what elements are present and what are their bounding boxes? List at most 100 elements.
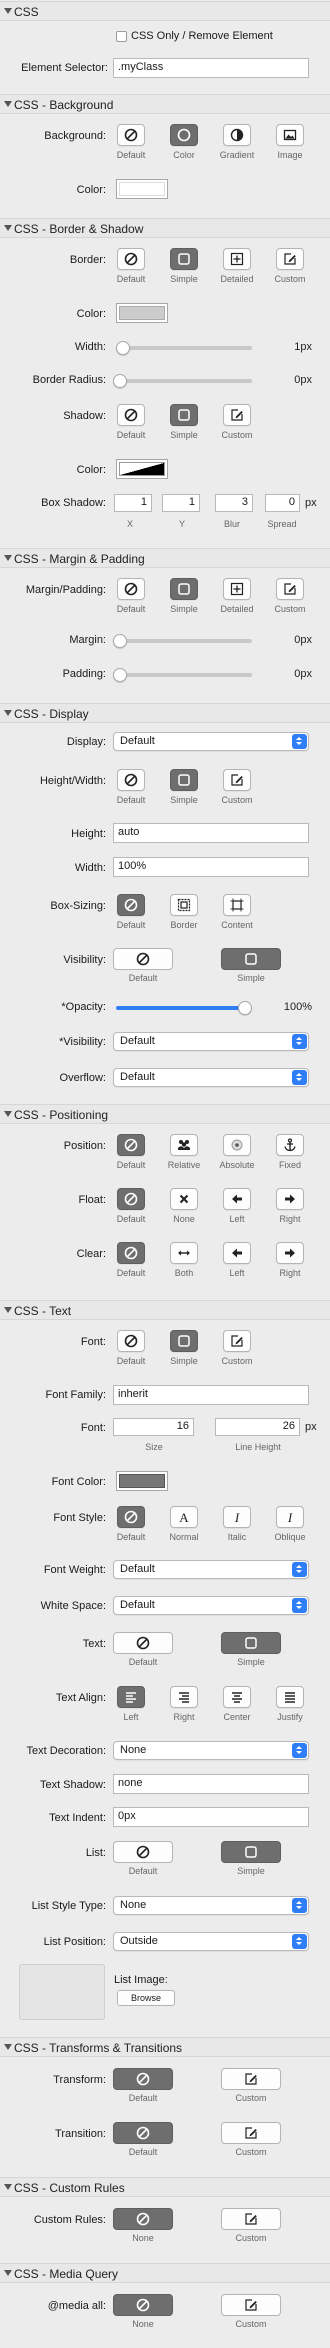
margin-detailed-button[interactable] (223, 578, 251, 600)
transform-custom-button[interactable] (221, 2068, 281, 2090)
margin-simple-button[interactable] (170, 578, 198, 600)
clear-left-button[interactable] (223, 1242, 251, 1264)
font-color-well[interactable] (116, 1471, 168, 1491)
border-default-button[interactable] (117, 248, 145, 270)
font-custom-button[interactable] (223, 1330, 251, 1352)
slider-knob[interactable] (113, 668, 127, 682)
border-width-slider[interactable] (116, 346, 252, 350)
list-position-select[interactable]: Outside (113, 1932, 309, 1951)
slider-knob[interactable] (116, 341, 130, 355)
box-shadow-spread-input[interactable]: 0 (265, 494, 300, 512)
float-left-button[interactable] (223, 1188, 251, 1210)
font-family-input[interactable]: inherit (113, 1385, 309, 1405)
background-color-button[interactable] (170, 124, 198, 146)
align-right-button[interactable] (170, 1686, 198, 1708)
margin-slider[interactable] (116, 639, 252, 643)
box-shadow-x-input[interactable]: 1 (114, 494, 152, 512)
shadow-simple-button[interactable] (170, 404, 198, 426)
text-simple-button[interactable] (221, 1632, 281, 1654)
section-display-header[interactable]: CSS - Display (0, 703, 330, 723)
section-text-header[interactable]: CSS - Text (0, 1300, 330, 1320)
media-none-button[interactable] (113, 2294, 173, 2316)
hw-custom-button[interactable] (223, 769, 251, 791)
section-media-query-header[interactable]: CSS - Media Query (0, 2263, 330, 2283)
list-style-type-select[interactable]: None (113, 1896, 309, 1915)
align-justify-button[interactable] (276, 1686, 304, 1708)
boxsizing-content-button[interactable] (223, 894, 251, 916)
clear-both-button[interactable] (170, 1242, 198, 1264)
float-default-button[interactable] (117, 1188, 145, 1210)
transform-default-button[interactable] (113, 2068, 173, 2090)
font-default-button[interactable] (117, 1330, 145, 1352)
visibility-select[interactable]: Default (113, 1032, 309, 1051)
media-custom-button[interactable] (221, 2294, 281, 2316)
border-custom-button[interactable] (276, 248, 304, 270)
font-size-input[interactable]: 16 (113, 1418, 194, 1436)
list-default-button[interactable] (113, 1841, 173, 1863)
browse-button[interactable]: Browse (117, 1990, 175, 2006)
boxsizing-default-button[interactable] (117, 894, 145, 916)
margin-default-button[interactable] (117, 578, 145, 600)
align-center-button[interactable] (223, 1686, 251, 1708)
custom-rules-custom-button[interactable] (221, 2208, 281, 2230)
list-image-preview[interactable] (19, 1964, 105, 2020)
section-border-header[interactable]: CSS - Border & Shadow (0, 218, 330, 238)
line-height-input[interactable]: 26 (215, 1418, 300, 1436)
disclosure-triangle-icon[interactable] (4, 555, 12, 561)
shadow-color-well[interactable] (116, 459, 168, 479)
background-gradient-button[interactable] (223, 124, 251, 146)
slider-knob[interactable] (238, 1001, 252, 1015)
disclosure-triangle-icon[interactable] (4, 2044, 12, 2050)
disclosure-triangle-icon[interactable] (4, 8, 12, 14)
position-absolute-button[interactable] (223, 1134, 251, 1156)
text-decoration-select[interactable]: None (113, 1741, 309, 1760)
transition-default-button[interactable] (113, 2122, 173, 2144)
text-indent-input[interactable]: 0px (113, 1807, 309, 1827)
float-none-button[interactable] (170, 1188, 198, 1210)
shadow-custom-button[interactable] (223, 404, 251, 426)
style-normal-button[interactable]: A (170, 1506, 198, 1528)
disclosure-triangle-icon[interactable] (4, 225, 12, 231)
display-select[interactable]: Default (113, 732, 309, 751)
css-only-checkbox[interactable] (116, 31, 127, 42)
position-relative-button[interactable] (170, 1134, 198, 1156)
text-shadow-input[interactable]: none (113, 1774, 309, 1794)
text-default-button[interactable] (113, 1632, 173, 1654)
clear-default-button[interactable] (117, 1242, 145, 1264)
padding-slider[interactable] (116, 673, 252, 677)
box-shadow-y-input[interactable]: 1 (162, 494, 200, 512)
font-weight-select[interactable]: Default (113, 1560, 309, 1579)
position-fixed-button[interactable] (276, 1134, 304, 1156)
border-detailed-button[interactable] (223, 248, 251, 270)
disclosure-triangle-icon[interactable] (4, 1307, 12, 1313)
font-simple-button[interactable] (170, 1330, 198, 1352)
element-selector-input[interactable]: .myClass (113, 58, 309, 78)
section-css-header[interactable]: CSS (0, 1, 330, 21)
slider-knob[interactable] (113, 374, 127, 388)
disclosure-triangle-icon[interactable] (4, 2270, 12, 2276)
visibility-simple-button[interactable] (221, 948, 281, 970)
width-input[interactable]: 100% (113, 857, 309, 877)
disclosure-triangle-icon[interactable] (4, 101, 12, 107)
shadow-default-button[interactable] (117, 404, 145, 426)
overflow-select[interactable]: Default (113, 1068, 309, 1087)
disclosure-triangle-icon[interactable] (4, 710, 12, 716)
style-oblique-button[interactable]: I (276, 1506, 304, 1528)
position-default-button[interactable] (117, 1134, 145, 1156)
box-shadow-blur-input[interactable]: 3 (215, 494, 253, 512)
height-input[interactable]: auto (113, 823, 309, 843)
section-positioning-header[interactable]: CSS - Positioning (0, 1104, 330, 1124)
style-italic-button[interactable]: I (223, 1506, 251, 1528)
background-color-well[interactable] (116, 179, 168, 199)
border-color-well[interactable] (116, 303, 168, 323)
visibility-default-button[interactable] (113, 948, 173, 970)
disclosure-triangle-icon[interactable] (4, 2184, 12, 2190)
opacity-slider[interactable] (116, 1006, 252, 1010)
clear-right-button[interactable] (276, 1242, 304, 1264)
disclosure-triangle-icon[interactable] (4, 1111, 12, 1117)
custom-rules-none-button[interactable] (113, 2208, 173, 2230)
section-custom-rules-header[interactable]: CSS - Custom Rules (0, 2177, 330, 2197)
section-background-header[interactable]: CSS - Background (0, 94, 330, 114)
slider-knob[interactable] (113, 634, 127, 648)
border-radius-slider[interactable] (116, 379, 252, 383)
